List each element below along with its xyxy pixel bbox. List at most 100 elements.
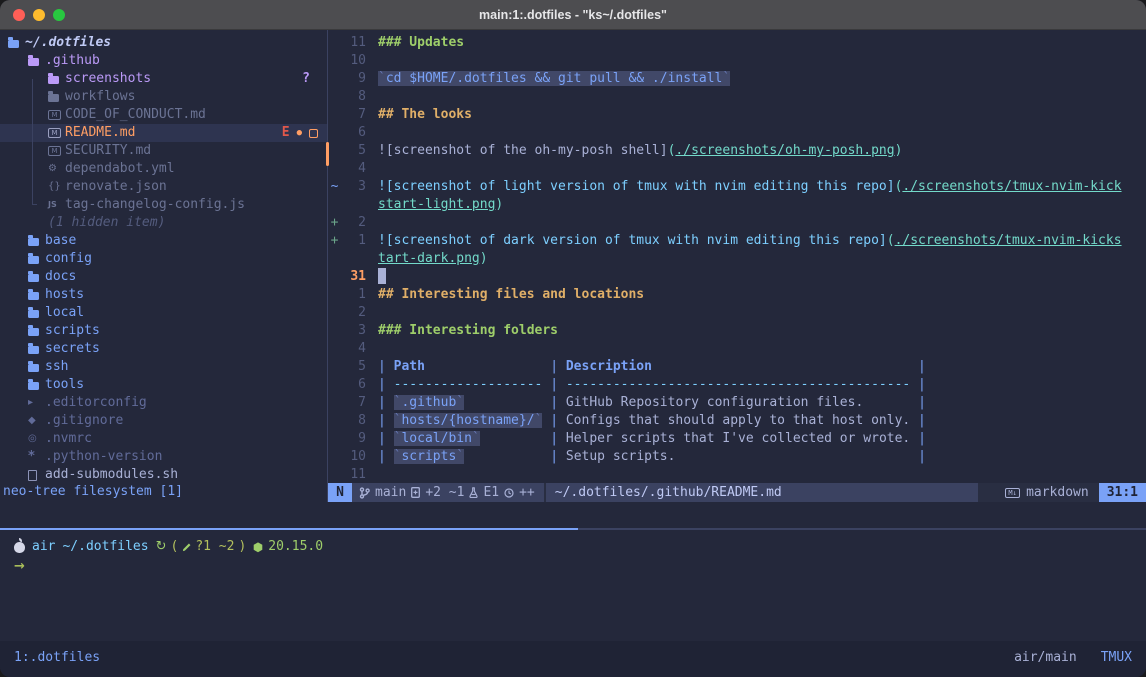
editor-line[interactable]: 2 (328, 304, 1146, 322)
line-text (378, 52, 1146, 70)
pane-divider-active[interactable] (0, 528, 578, 530)
neo-tree-sidebar: ~/.dotfiles.githubscreenshots?workflowsM… (0, 30, 328, 502)
line-text: | Path | Description | (378, 358, 1146, 376)
sign-column (328, 106, 341, 124)
tree-item-python-version[interactable]: *.python-version (0, 448, 327, 466)
md-icon: M (48, 110, 65, 120)
git-branch-icon (359, 487, 370, 499)
tree-item-github[interactable]: .github (0, 52, 327, 70)
sign-column (328, 466, 341, 483)
editor-line[interactable]: 31 (328, 268, 1146, 286)
shell-input[interactable] (34, 556, 1126, 574)
sign-column (328, 412, 341, 430)
tree-item-label: dependabot.yml (65, 160, 175, 178)
editor-line[interactable]: 11 (328, 466, 1146, 483)
pennant-icon: ▸ (28, 394, 45, 412)
editor-line[interactable]: tart-dark.png) (328, 250, 1146, 268)
editor-lines[interactable]: 11### Updates 10 9`cd $HOME/.dotfiles &&… (328, 30, 1146, 483)
editor-line[interactable]: 6| ------------------- | ---------------… (328, 376, 1146, 394)
file-diff-icon (411, 487, 420, 498)
tree-item-code-of-conduct-md[interactable]: MCODE_OF_CONDUCT.md (0, 106, 327, 124)
tree-item-renovate-json[interactable]: {}renovate.json (0, 178, 327, 196)
editor-line[interactable]: 9`cd $HOME/.dotfiles && git pull && ./in… (328, 70, 1146, 88)
tree-item-config[interactable]: config (0, 250, 327, 268)
tree-item-label: screenshots (65, 70, 151, 88)
tree-item-gitignore[interactable]: ◆.gitignore (0, 412, 327, 430)
tree-item-label: .gitignore (45, 412, 123, 430)
editor-line[interactable]: +2 (328, 214, 1146, 232)
tree-item-hosts[interactable]: hosts (0, 286, 327, 304)
editor-line[interactable]: 9| `local/bin` | Helper scripts that I'v… (328, 430, 1146, 448)
indent-guide (32, 79, 33, 205)
tree-item-label: SECURITY.md (65, 142, 151, 160)
tree-item-label: workflows (65, 88, 135, 106)
tree-item-ssh[interactable]: ssh (0, 358, 327, 376)
tree-item-docs[interactable]: docs (0, 268, 327, 286)
editor-line[interactable]: 11### Updates (328, 34, 1146, 52)
sign-column (328, 376, 341, 394)
tree-item-editorconfig[interactable]: ▸.editorconfig (0, 394, 327, 412)
editor-line[interactable]: 6 (328, 124, 1146, 142)
tree-item-label: README.md (65, 124, 135, 142)
editor-line[interactable]: 10| `scripts` | Setup scripts. | (328, 448, 1146, 466)
tree-item-screenshots[interactable]: screenshots? (0, 70, 327, 88)
diamond-icon: ◆ (28, 412, 45, 430)
tree-item-scripts[interactable]: scripts (0, 322, 327, 340)
tree-item-1-hidden-item[interactable]: (1 hidden item) (0, 214, 327, 232)
tree-item-tag-changelog-config-js[interactable]: JStag-changelog-config.js (0, 196, 327, 214)
tree-item-secrets[interactable]: secrets (0, 340, 327, 358)
editor-line[interactable]: start-light.png) (328, 196, 1146, 214)
editor-line[interactable]: 5| Path | Description | (328, 358, 1146, 376)
editor-line[interactable]: 7| `.github` | GitHub Repository configu… (328, 394, 1146, 412)
tree-item-base[interactable]: base (0, 232, 327, 250)
terminal-window: main:1:.dotfiles - "ks~/.dotfiles" ~/.do… (0, 0, 1146, 677)
folder-icon (28, 362, 45, 372)
editor-line[interactable]: 3### Interesting folders (328, 322, 1146, 340)
line-number: 8 (341, 412, 378, 430)
editor-line[interactable]: 8 (328, 88, 1146, 106)
statusline-filepath: ~/.dotfiles/.github/README.md (546, 483, 978, 502)
tmux-window-tab[interactable]: 1:.dotfiles (14, 649, 100, 667)
tree-item-nvmrc[interactable]: ◎.nvmrc (0, 430, 327, 448)
file-tree: ~/.dotfiles.githubscreenshots?workflowsM… (0, 30, 327, 483)
tree-item-security-md[interactable]: MSECURITY.md (0, 142, 327, 160)
sign-column (328, 394, 341, 412)
editor-line[interactable]: 5![screenshot of the oh-my-posh shell](.… (328, 142, 1146, 160)
prompt-arrow: → (14, 558, 25, 576)
pencil-icon (182, 543, 191, 552)
tree-item-label: .editorconfig (45, 394, 147, 412)
prompt-host: air (32, 538, 55, 556)
editor-line[interactable]: 10 (328, 52, 1146, 70)
editor-line[interactable]: 1## Interesting files and locations (328, 286, 1146, 304)
editor-line[interactable]: 7## The looks (328, 106, 1146, 124)
tree-item-dotfiles[interactable]: ~/.dotfiles (0, 34, 327, 52)
tree-item-tools[interactable]: tools (0, 376, 327, 394)
gutter: 11 (328, 34, 378, 52)
editor-line[interactable]: 4 (328, 340, 1146, 358)
folder-icon (28, 326, 45, 336)
editor-line[interactable]: 8| `hosts/{hostname}/` | Configs that sh… (328, 412, 1146, 430)
filetype-label: markdown (1026, 484, 1089, 502)
tree-item-dependabot-yml[interactable]: ⚙dependabot.yml (0, 160, 327, 178)
gutter: ~3 (328, 178, 378, 196)
tree-item-add-submodules-sh[interactable]: add-submodules.sh (0, 466, 327, 483)
editor-line[interactable]: 4 (328, 160, 1146, 178)
pane-divider[interactable] (578, 528, 1146, 530)
line-number: 11 (341, 466, 378, 483)
line-number: 4 (341, 160, 378, 178)
editor-line[interactable]: ~3![screenshot of light version of tmux … (328, 178, 1146, 196)
tree-item-label: tools (45, 376, 84, 394)
apple-icon (14, 542, 25, 553)
tree-item-workflows[interactable]: workflows (0, 88, 327, 106)
editor-line[interactable]: +1![screenshot of dark version of tmux w… (328, 232, 1146, 250)
tree-item-readme-md[interactable]: MREADME.mdE● (0, 124, 327, 142)
line-number: 1 (341, 232, 378, 250)
sign-column: + (328, 214, 341, 232)
line-text: ## The looks (378, 106, 1146, 124)
sign-column (328, 250, 341, 268)
sign-column (328, 304, 341, 322)
sign-column (328, 70, 341, 88)
git-status-text: ?1 ~2 (195, 538, 234, 556)
sign-column (328, 160, 341, 178)
tree-item-local[interactable]: local (0, 304, 327, 322)
